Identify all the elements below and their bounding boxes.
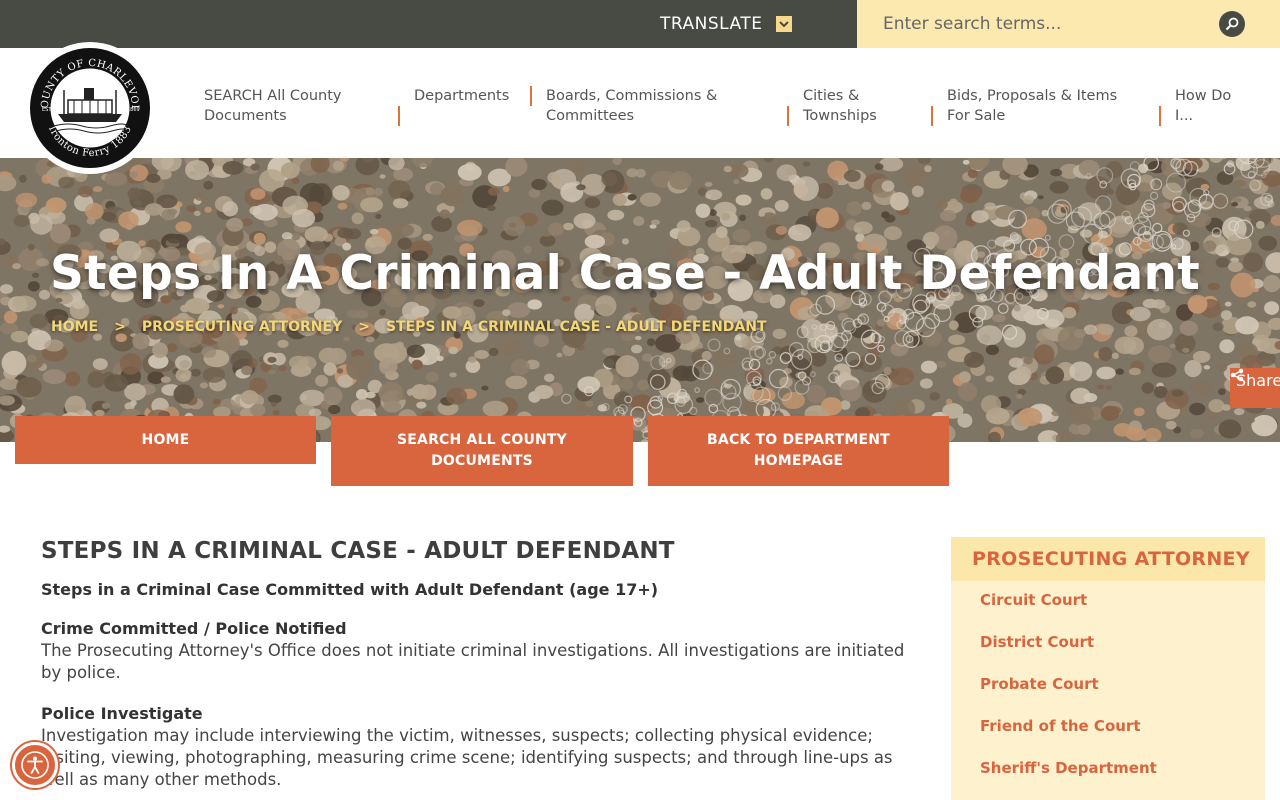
search-button[interactable]: [1219, 11, 1245, 37]
content-subheading: Steps in a Criminal Case Committed with …: [41, 580, 659, 599]
translate-label: TRANSLATE: [660, 14, 763, 34]
sidebar-link-circuit-court[interactable]: Circuit Court: [980, 591, 1265, 633]
section-title: Crime Committed / Police Notified: [41, 619, 347, 638]
nav-label: Departments: [414, 88, 510, 104]
home-button[interactable]: HOME: [15, 416, 316, 464]
breadcrumb-separator: >: [114, 319, 126, 335]
breadcrumb-home[interactable]: HOME: [51, 319, 98, 335]
section-body: The Prosecuting Attorney's Office does n…: [41, 641, 905, 682]
breadcrumb-separator: >: [358, 319, 370, 335]
sidebar-link-sheriffs-department[interactable]: Sheriff's Department: [980, 759, 1265, 800]
main-content: STEPS IN A CRIMINAL CASE - ADULT DEFENDA…: [41, 538, 911, 791]
site-header: COUNTY OF CHARLEVOIX Ironton Ferry 1883 …: [0, 42, 1280, 174]
nav-departments[interactable]: Departments: [400, 86, 530, 126]
sidebar-heading[interactable]: PROSECUTING ATTORNEY: [951, 537, 1265, 581]
search-input[interactable]: [883, 12, 1203, 36]
search-bar: [857, 0, 1280, 48]
sidebar-nav: PROSECUTING ATTORNEY Circuit Court Distr…: [951, 537, 1265, 800]
section-title: Police Investigate: [41, 704, 203, 723]
breadcrumb: HOME > PROSECUTING ATTORNEY > STEPS IN A…: [51, 319, 767, 335]
nav-label: How Do I...: [1175, 88, 1232, 124]
sidebar-links: Circuit Court District Court Probate Cou…: [951, 581, 1265, 800]
breadcrumb-current[interactable]: STEPS IN A CRIMINAL CASE - ADULT DEFENDA…: [386, 319, 767, 335]
nav-label: SEARCH All County Documents: [204, 88, 342, 124]
back-to-department-button[interactable]: BACK TO DEPARTMENT HOMEPAGE: [648, 416, 949, 486]
sidebar-link-district-court[interactable]: District Court: [980, 633, 1265, 675]
translate-dropdown[interactable]: TRANSLATE: [660, 12, 793, 36]
nav-search-all-documents[interactable]: SEARCH All County Documents: [188, 86, 398, 126]
back-dept-label: BACK TO DEPARTMENT HOMEPAGE: [707, 432, 890, 469]
content-heading: STEPS IN A CRIMINAL CASE - ADULT DEFENDA…: [41, 538, 675, 564]
chevron-down-icon: [776, 16, 793, 32]
search-all-documents-button[interactable]: SEARCH ALL COUNTY DOCUMENTS: [331, 416, 633, 486]
nav-label: Bids, Proposals & Items For Sale: [947, 88, 1118, 124]
main-nav: SEARCH All County Documents Departments …: [188, 86, 1251, 126]
sidebar-link-probate-court[interactable]: Probate Court: [980, 675, 1265, 717]
top-bar: TRANSLATE: [0, 0, 1280, 48]
nav-bids-proposals[interactable]: Bids, Proposals & Items For Sale: [933, 86, 1159, 126]
logo-year: 1869: [127, 107, 140, 113]
section-body: Investigation may include interviewing t…: [41, 726, 893, 789]
nav-label: Cities & Townships: [803, 88, 877, 124]
accessibility-icon: [21, 751, 49, 779]
nav-cities-townships[interactable]: Cities & Townships: [789, 86, 931, 126]
county-logo[interactable]: COUNTY OF CHARLEVOIX Ironton Ferry 1883 …: [24, 42, 156, 174]
search-icon: [1225, 17, 1239, 31]
nav-boards-commissions[interactable]: Boards, Commissions & Committees: [532, 86, 787, 126]
hero-banner: Steps In A Criminal Case - Adult Defenda…: [0, 158, 1280, 442]
search-docs-label: SEARCH ALL COUNTY DOCUMENTS: [396, 432, 568, 469]
breadcrumb-prosecuting-attorney[interactable]: PROSECUTING ATTORNEY: [142, 319, 342, 335]
share-button[interactable]: Share: [1230, 368, 1280, 408]
accessibility-button[interactable]: [12, 742, 58, 788]
sidebar-link-friend-of-court[interactable]: Friend of the Court: [980, 717, 1265, 759]
logo-est: EST.: [42, 107, 53, 113]
nav-how-do-i[interactable]: How Do I...: [1161, 86, 1251, 126]
nav-label: Boards, Commissions & Committees: [546, 88, 718, 124]
page-title: Steps In A Criminal Case - Adult Defenda…: [50, 246, 1201, 301]
home-button-label: HOME: [141, 431, 190, 448]
